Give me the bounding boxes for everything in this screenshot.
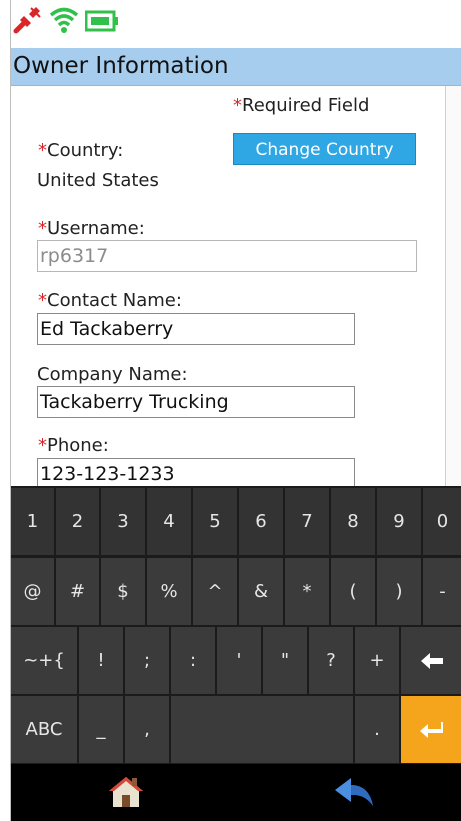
key-plus[interactable]: + xyxy=(355,627,399,694)
username-label: *Username: xyxy=(38,218,145,239)
app-frame: Owner Information *Required Field *Count… xyxy=(10,0,461,821)
key-2[interactable]: 2 xyxy=(56,488,99,555)
key-6[interactable]: 6 xyxy=(239,488,283,555)
key-3[interactable]: 3 xyxy=(101,488,145,555)
key-at[interactable]: @ xyxy=(11,558,54,625)
key-9[interactable]: 9 xyxy=(377,488,421,555)
key-8[interactable]: 8 xyxy=(331,488,375,555)
title-bar: Owner Information xyxy=(11,48,461,86)
company-name-field[interactable]: Tackaberry Trucking xyxy=(37,386,355,418)
required-asterisk: * xyxy=(38,435,47,456)
key-4[interactable]: 4 xyxy=(147,488,191,555)
key-semicolon[interactable]: ; xyxy=(125,627,169,694)
username-label-text: Username: xyxy=(47,218,145,239)
backspace-icon xyxy=(420,652,443,669)
company-name-label: Company Name: xyxy=(37,364,188,385)
battery-icon xyxy=(84,10,119,36)
required-note-text: Required Field xyxy=(242,95,370,116)
key-more-symbols[interactable]: ~+{ xyxy=(11,627,77,694)
username-field[interactable]: rp6317 xyxy=(37,240,417,272)
key-ampersand[interactable]: & xyxy=(239,558,283,625)
key-comma[interactable]: , xyxy=(125,696,169,763)
key-quote[interactable]: " xyxy=(263,627,307,694)
contact-name-label: *Contact Name: xyxy=(38,290,182,311)
key-open-paren[interactable]: ( xyxy=(331,558,375,625)
enter-key[interactable] xyxy=(401,696,461,763)
key-asterisk[interactable]: * xyxy=(285,558,329,625)
key-7[interactable]: 7 xyxy=(285,488,329,555)
enter-icon xyxy=(419,721,443,738)
status-bar xyxy=(11,0,461,48)
key-percent[interactable]: % xyxy=(147,558,191,625)
key-dollar[interactable]: $ xyxy=(101,558,145,625)
home-icon[interactable] xyxy=(107,774,145,814)
key-1[interactable]: 1 xyxy=(11,488,54,555)
key-apostrophe[interactable]: ' xyxy=(217,627,261,694)
key-exclamation[interactable]: ! xyxy=(79,627,123,694)
page-title: Owner Information xyxy=(13,53,229,79)
required-asterisk: * xyxy=(38,218,47,239)
key-close-paren[interactable]: ) xyxy=(377,558,421,625)
required-note: *Required Field xyxy=(233,95,369,116)
back-icon[interactable] xyxy=(333,776,375,812)
country-value: United States xyxy=(37,170,159,191)
space-key[interactable] xyxy=(171,696,353,763)
key-question[interactable]: ? xyxy=(309,627,353,694)
key-underscore[interactable]: _ xyxy=(79,696,123,763)
key-5[interactable]: 5 xyxy=(193,488,237,555)
key-0[interactable]: 0 xyxy=(423,488,461,555)
phone-label: *Phone: xyxy=(38,435,109,456)
form-scrollbar[interactable] xyxy=(445,86,461,486)
owner-form[interactable]: *Required Field *Country: Change Country… xyxy=(11,86,461,486)
phone-field[interactable]: 123-123-1233 xyxy=(37,458,355,486)
soft-keyboard: 1 2 3 4 5 6 7 8 9 0 @ # $ % ^ & * ( ) - … xyxy=(11,486,461,764)
plug-disconnected-icon xyxy=(13,4,43,38)
key-minus[interactable]: - xyxy=(423,558,461,625)
backspace-key[interactable] xyxy=(401,627,461,694)
key-caret[interactable]: ^ xyxy=(193,558,237,625)
key-colon[interactable]: : xyxy=(171,627,215,694)
required-asterisk: * xyxy=(38,290,47,311)
contact-name-field[interactable]: Ed Tackaberry xyxy=(37,313,355,345)
phone-label-text: Phone: xyxy=(47,435,109,456)
contact-name-label-text: Contact Name: xyxy=(47,290,182,311)
required-asterisk: * xyxy=(233,95,242,116)
key-abc[interactable]: ABC xyxy=(11,696,77,763)
required-asterisk: * xyxy=(38,140,47,161)
key-hash[interactable]: # xyxy=(56,558,99,625)
country-label-text: Country: xyxy=(47,140,124,161)
change-country-button[interactable]: Change Country xyxy=(233,133,416,165)
wifi-icon xyxy=(49,6,79,38)
nav-bar xyxy=(11,764,461,821)
key-period[interactable]: . xyxy=(355,696,399,763)
country-label: *Country: xyxy=(38,140,123,161)
